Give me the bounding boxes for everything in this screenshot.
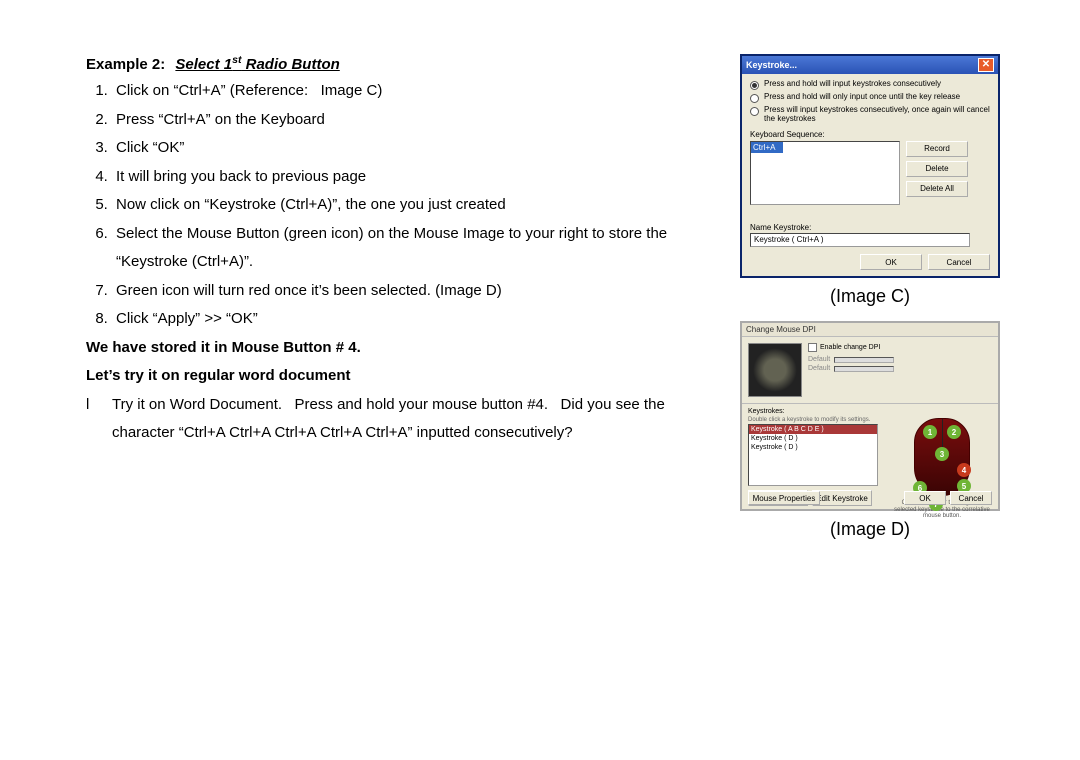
mouse-button-2[interactable]: 2 [947, 425, 961, 439]
stored-note: We have stored it in Mouse Button # 4. [86, 334, 718, 363]
dpi-ok-button[interactable]: OK [904, 491, 946, 505]
radio-1-label: Press and hold will input keystrokes con… [764, 80, 941, 89]
step-4: It will bring you back to previous page [112, 163, 718, 192]
dpi-slider-1[interactable] [834, 357, 894, 363]
step-1: Click on “Ctrl+A” (Reference: Image C) [112, 77, 718, 106]
instructions-column: Example 2: Select 1st Radio Button Click… [86, 54, 730, 720]
keystrokes-label: Keystrokes: [748, 408, 886, 415]
radio-3[interactable] [750, 107, 759, 116]
mouse-properties-button[interactable]: Mouse Properties [748, 491, 820, 505]
try-bullet-row: l Try it on Word Document. Press and hol… [86, 391, 718, 448]
radio-2-label: Press and hold will only input once unti… [764, 93, 960, 102]
name-keystroke-label: Name Keystroke: [750, 223, 990, 232]
sequence-listbox[interactable]: Ctrl+A [750, 141, 900, 205]
default-label-2: Default [808, 365, 830, 372]
images-column: Keystroke... ✕ Press and hold will input… [730, 54, 1010, 720]
step-7: Green icon will turn red once it’s been … [112, 277, 718, 306]
sequence-item[interactable]: Ctrl+A [751, 142, 783, 153]
list-item[interactable]: Keystroke ( D ) [749, 443, 877, 452]
example-title: Select 1st Radio Button [175, 56, 339, 73]
bullet-marker: l [86, 391, 112, 448]
step-5: Now click on “Keystroke (Ctrl+A)”, the o… [112, 191, 718, 220]
dpi-cancel-button[interactable]: Cancel [950, 491, 992, 505]
radio-2[interactable] [750, 94, 759, 103]
change-dpi-dialog: Change Mouse DPI Enable change DPI Defau… [740, 321, 1000, 511]
mouse-button-1[interactable]: 1 [923, 425, 937, 439]
radio-3-label: Press will input keystrokes consecutivel… [764, 106, 990, 124]
try-heading: Let’s try it on regular word document [86, 362, 718, 391]
mouse-button-4[interactable]: 4 [957, 463, 971, 477]
ok-button[interactable]: OK [860, 254, 922, 270]
cancel-button[interactable]: Cancel [928, 254, 990, 270]
close-icon[interactable]: ✕ [978, 58, 994, 72]
radio-1[interactable] [750, 81, 759, 90]
record-button[interactable]: Record [906, 141, 968, 157]
keystroke-dialog: Keystroke... ✕ Press and hold will input… [740, 54, 1000, 278]
default-label-1: Default [808, 356, 830, 363]
enable-dpi-checkbox[interactable] [808, 343, 817, 352]
dialog-title: Keystroke... [746, 60, 978, 70]
list-item[interactable]: Keystroke ( D ) [749, 434, 877, 443]
name-keystroke-input[interactable]: Keystroke ( Ctrl+A ) [750, 233, 970, 247]
dpi-slider-2[interactable] [834, 366, 894, 372]
mouse-button-3[interactable]: 3 [935, 447, 949, 461]
delete-button[interactable]: Delete [906, 161, 968, 177]
step-6: Select the Mouse Button (green icon) on … [112, 220, 718, 277]
enable-dpi-label: Enable change DPI [820, 344, 880, 351]
dialog-titlebar: Keystroke... ✕ [742, 56, 998, 74]
image-c-caption: (Image C) [830, 286, 910, 307]
dpi-titlebar: Change Mouse DPI [742, 323, 998, 337]
example-heading: Example 2: Select 1st Radio Button [86, 54, 718, 73]
dpi-icon [748, 343, 802, 397]
step-3: Click “OK” [112, 134, 718, 163]
example-number: Example 2: [86, 56, 165, 73]
keyboard-sequence-label: Keyboard Sequence: [750, 130, 990, 139]
list-item[interactable]: Keystroke ( A B C D E ) [749, 425, 877, 434]
step-8: Click “Apply” >> “OK” [112, 305, 718, 334]
steps-list: Click on “Ctrl+A” (Reference: Image C) P… [112, 77, 718, 334]
step-2: Press “Ctrl+A” on the Keyboard [112, 106, 718, 135]
mouse-icon: 1 2 3 4 5 6 7 [914, 418, 970, 496]
dpi-title: Change Mouse DPI [746, 325, 816, 334]
keystrokes-hint: Double click a keystroke to modify its s… [748, 417, 886, 423]
edit-keystroke-button[interactable]: Edit Keystroke [812, 490, 872, 506]
try-bullet-text: Try it on Word Document. Press and hold … [112, 391, 718, 448]
keystrokes-listbox[interactable]: Keystroke ( A B C D E ) Keystroke ( D ) … [748, 424, 878, 486]
delete-all-button[interactable]: Delete All [906, 181, 968, 197]
